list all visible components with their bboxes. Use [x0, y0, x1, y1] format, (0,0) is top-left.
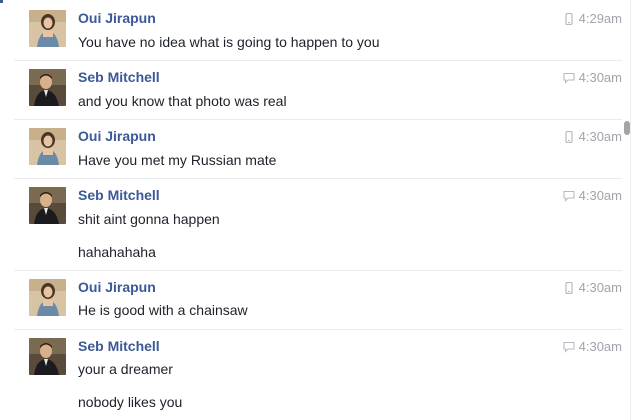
- sender-name[interactable]: Seb Mitchell: [78, 187, 160, 203]
- sender-name[interactable]: Seb Mitchell: [78, 69, 160, 85]
- message-thread: Oui Jirapun 4:29am You have no idea what…: [0, 0, 622, 420]
- timestamp-text: 4:30am: [578, 188, 622, 203]
- sender-name[interactable]: Oui Jirapun: [78, 10, 156, 26]
- timestamp: 4:30am: [563, 70, 622, 85]
- avatar[interactable]: [29, 69, 66, 106]
- timestamp: 4:30am: [563, 188, 622, 203]
- timestamp-text: 4:30am: [578, 280, 622, 295]
- avatar[interactable]: [29, 187, 66, 224]
- timestamp: 4:30am: [563, 339, 622, 354]
- avatar[interactable]: [29, 10, 66, 47]
- chat-bubble-icon: [563, 72, 575, 84]
- message-text: You have no idea what is going to happen…: [78, 34, 380, 50]
- message-text: He is good with a chainsaw: [78, 302, 248, 318]
- message-text: shit aint gonna happen: [78, 211, 220, 227]
- message-divider: [14, 119, 622, 120]
- message-text: and you know that photo was real: [78, 93, 287, 109]
- timestamp-text: 4:30am: [578, 70, 622, 85]
- timestamp-text: 4:30am: [578, 129, 622, 144]
- sender-name[interactable]: Seb Mitchell: [78, 338, 160, 354]
- mobile-icon: [565, 12, 573, 25]
- mobile-icon: [565, 130, 573, 143]
- scrollbar-track[interactable]: [630, 0, 631, 420]
- message-divider: [14, 178, 622, 179]
- timestamp: 4:30am: [563, 129, 622, 144]
- avatar[interactable]: [29, 338, 66, 375]
- avatar[interactable]: [29, 279, 66, 316]
- message-text: hahahahaha: [78, 244, 156, 260]
- avatar[interactable]: [29, 128, 66, 165]
- timestamp: 4:29am: [563, 11, 622, 26]
- sender-name[interactable]: Oui Jirapun: [78, 279, 156, 295]
- scrollbar[interactable]: [622, 0, 640, 420]
- message-text: Have you met my Russian mate: [78, 152, 277, 168]
- chat-bubble-icon: [563, 341, 575, 353]
- message-text: nobody likes you: [78, 394, 183, 410]
- timestamp: 4:30am: [563, 280, 622, 295]
- scrollbar-thumb[interactable]: [624, 121, 630, 135]
- message-text: your a dreamer: [78, 361, 173, 377]
- timestamp-text: 4:29am: [578, 11, 622, 26]
- sender-name[interactable]: Oui Jirapun: [78, 128, 156, 144]
- message-divider: [14, 60, 622, 61]
- message-divider: [14, 329, 622, 330]
- timestamp-text: 4:30am: [578, 339, 622, 354]
- mobile-icon: [565, 281, 573, 294]
- message-divider: [14, 270, 622, 271]
- chat-bubble-icon: [563, 190, 575, 202]
